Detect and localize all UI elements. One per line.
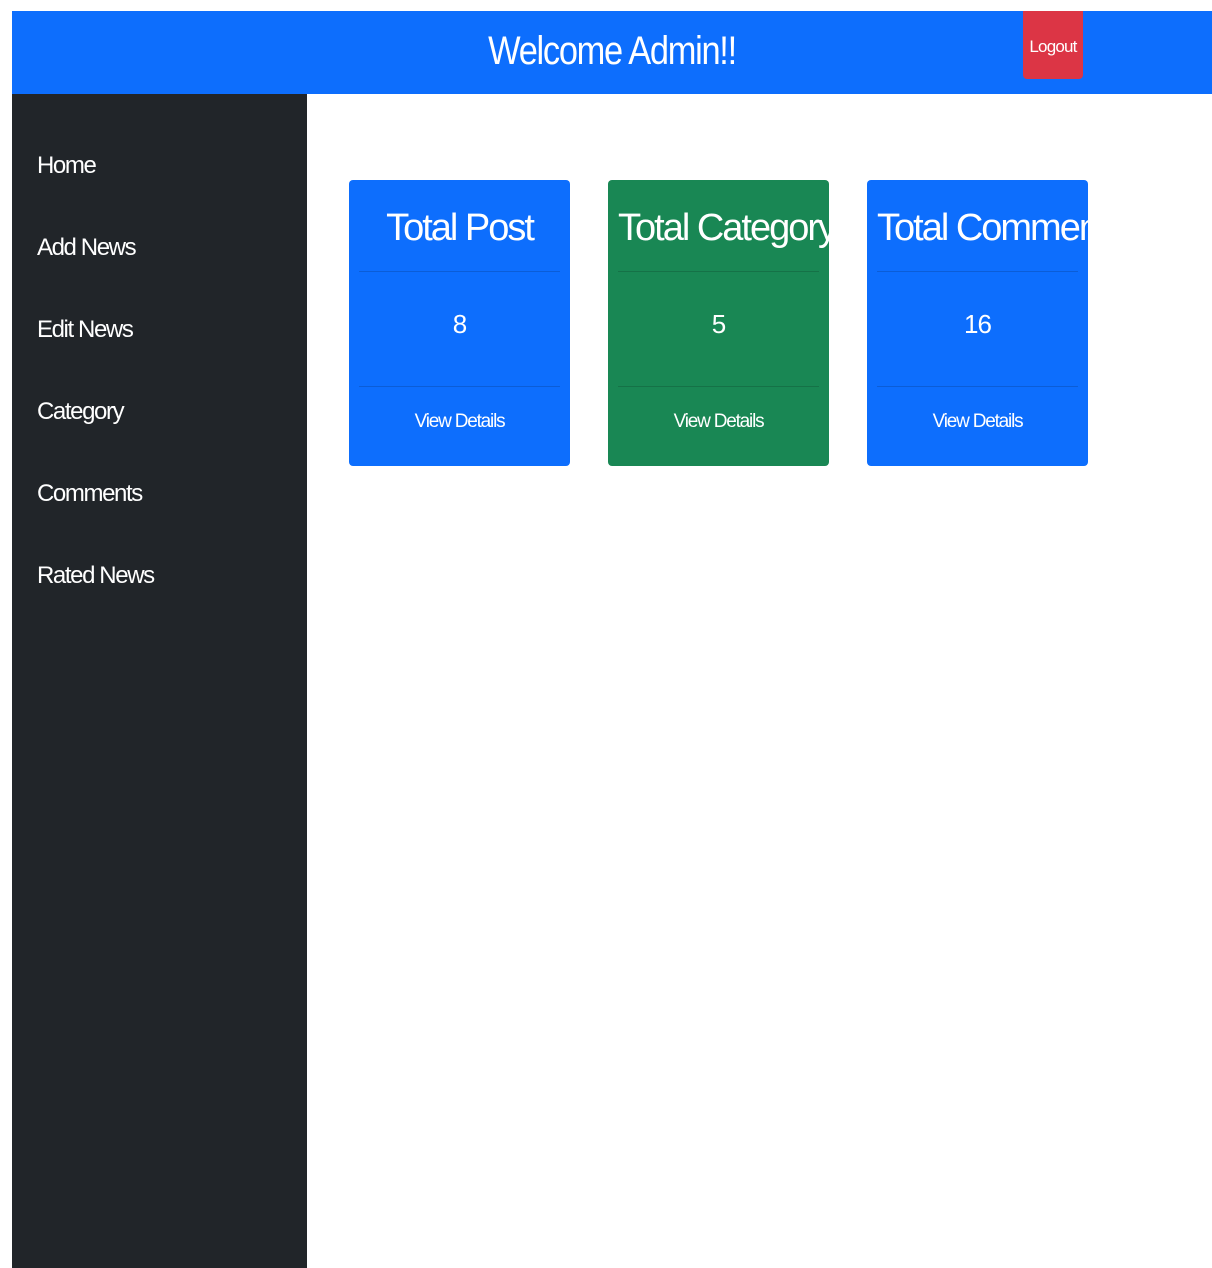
view-details-link[interactable]: View Details	[877, 387, 1078, 466]
page-title: Welcome Admin!!	[488, 29, 737, 73]
card-title: Total Post	[359, 180, 560, 272]
view-details-link[interactable]: View Details	[618, 387, 819, 466]
sidebar-item-category[interactable]: Category	[12, 392, 307, 474]
sidebar-nav: Home Add News Edit News Category Comment…	[12, 94, 307, 638]
card-title: Total Category	[618, 180, 837, 272]
sidebar-item-add-news[interactable]: Add News	[12, 228, 307, 310]
card-title: Total Comment	[877, 180, 1109, 272]
sidebar-item-home[interactable]: Home	[12, 146, 307, 228]
sidebar-item-rated-news[interactable]: Rated News	[12, 556, 307, 638]
top-header: Welcome Admin!! Logout	[12, 11, 1212, 94]
sidebar-item-edit-news[interactable]: Edit News	[12, 310, 307, 392]
logout-button[interactable]: Logout	[1023, 11, 1083, 79]
card-total-comment: Total Comment 16 View Details	[867, 180, 1109, 466]
card-value: 16	[877, 272, 1078, 387]
card-total-post: Total Post 8 View Details	[349, 180, 570, 466]
view-details-link[interactable]: View Details	[359, 387, 560, 466]
sidebar-item-comments[interactable]: Comments	[12, 474, 307, 556]
admin-dashboard: Welcome Admin!! Logout Home Add News Edi…	[0, 0, 1212, 1268]
card-total-category: Total Category 5 View Details	[608, 180, 837, 466]
card-value: 5	[618, 272, 819, 387]
card-value: 8	[359, 272, 560, 387]
stats-cards: Total Post 8 View Details Total Category…	[349, 180, 1109, 466]
sidebar: Home Add News Edit News Category Comment…	[12, 94, 307, 1268]
